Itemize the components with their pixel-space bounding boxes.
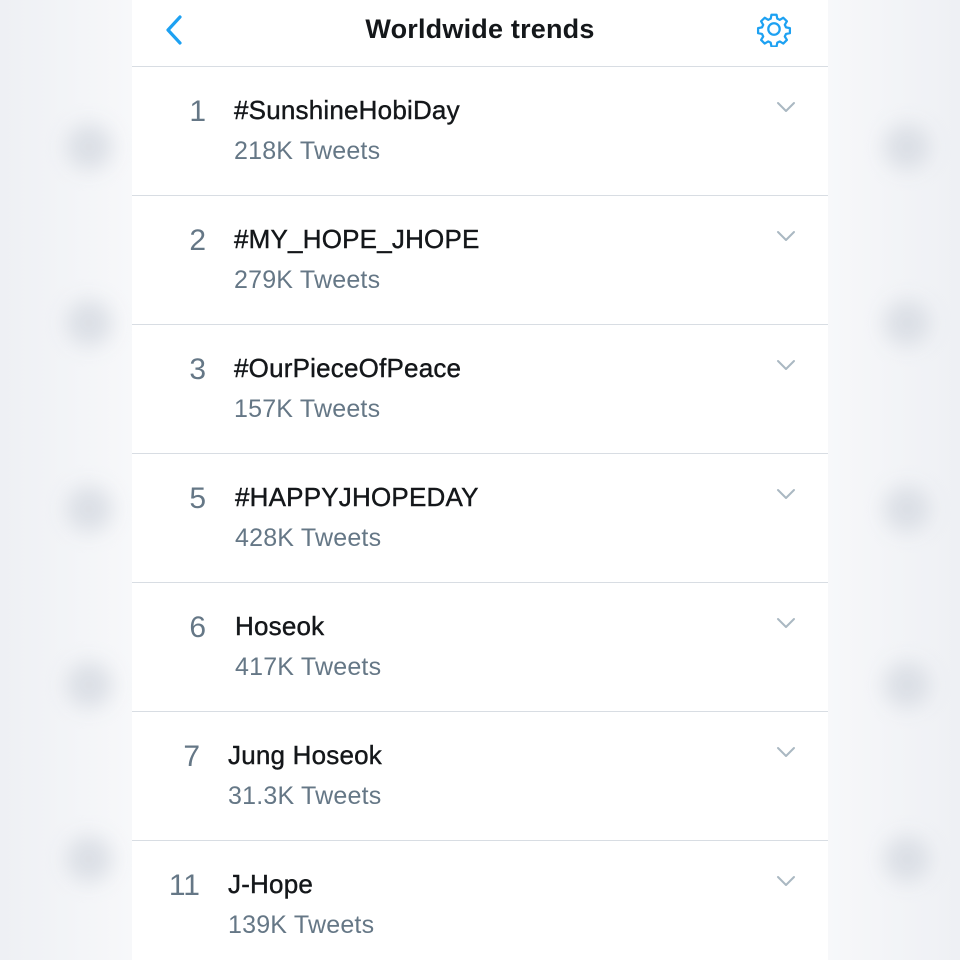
- trend-rank: 5: [189, 482, 206, 515]
- trend-item[interactable]: 11 J-Hope 139K Tweets: [132, 841, 828, 960]
- chevron-down-icon: [777, 747, 795, 757]
- trend-name: Hoseok: [235, 611, 325, 641]
- trend-name: Jung Hoseok: [228, 740, 382, 770]
- trend-item[interactable]: 3 #OurPieceOfPeace 157K Tweets: [132, 325, 828, 454]
- trend-options-button[interactable]: [772, 97, 800, 117]
- trend-tweet-count: 139K Tweets: [228, 911, 375, 939]
- blurred-avatar: [884, 300, 930, 346]
- chevron-down-icon: [777, 360, 795, 370]
- trend-name: #MY_HOPE_JHOPE: [234, 224, 480, 254]
- trend-tweet-count: 417K Tweets: [235, 653, 382, 681]
- trend-name: #HAPPYJHOPEDAY: [235, 482, 479, 512]
- trend-tweet-count: 31.3K Tweets: [228, 782, 382, 810]
- trend-item[interactable]: 1 #SunshineHobiDay 218K Tweets: [132, 67, 828, 196]
- blurred-background-right: [828, 0, 960, 960]
- blurred-avatar: [66, 836, 112, 882]
- blurred-avatar: [884, 836, 930, 882]
- chevron-down-icon: [777, 489, 795, 499]
- trends-panel: Worldwide trends 1 #SunshineHobiDay 218K…: [132, 0, 828, 960]
- header-bar: Worldwide trends: [132, 0, 828, 67]
- blurred-avatar: [884, 486, 930, 532]
- trend-options-button[interactable]: [772, 226, 800, 246]
- blurred-background-left: [0, 0, 132, 960]
- trend-rank: 6: [189, 611, 206, 644]
- trend-options-button[interactable]: [772, 613, 800, 633]
- chevron-down-icon: [777, 876, 795, 886]
- trend-options-button[interactable]: [772, 871, 800, 891]
- trend-rank: 3: [189, 353, 206, 386]
- trend-rank: 11: [168, 869, 200, 902]
- page-title: Worldwide trends: [365, 14, 595, 44]
- chevron-down-icon: [777, 102, 795, 112]
- trend-options-button[interactable]: [772, 742, 800, 762]
- trend-item[interactable]: 5 #HAPPYJHOPEDAY 428K Tweets: [132, 454, 828, 583]
- trend-name: J-Hope: [228, 869, 314, 899]
- blurred-avatar: [66, 124, 112, 170]
- trend-item[interactable]: 2 #MY_HOPE_JHOPE 279K Tweets: [132, 196, 828, 325]
- trend-rank: 7: [183, 740, 200, 773]
- blurred-avatar: [66, 300, 112, 346]
- trend-name: #SunshineHobiDay: [234, 95, 460, 125]
- trend-options-button[interactable]: [772, 355, 800, 375]
- trend-options-button[interactable]: [772, 484, 800, 504]
- trend-rank: 1: [189, 95, 206, 128]
- trend-item[interactable]: 7 Jung Hoseok 31.3K Tweets: [132, 712, 828, 841]
- blurred-avatar: [884, 662, 930, 708]
- gear-icon: [756, 13, 792, 47]
- trend-tweet-count: 428K Tweets: [235, 524, 382, 552]
- blurred-avatar: [884, 124, 930, 170]
- blurred-avatar: [66, 662, 112, 708]
- trend-tweet-count: 157K Tweets: [234, 395, 381, 423]
- trend-item[interactable]: 6 Hoseok 417K Tweets: [132, 583, 828, 712]
- blurred-avatar: [66, 486, 112, 532]
- trend-rank: 2: [189, 224, 206, 257]
- chevron-down-icon: [777, 618, 795, 628]
- chevron-down-icon: [777, 231, 795, 241]
- trend-name: #OurPieceOfPeace: [234, 353, 462, 383]
- trend-tweet-count: 218K Tweets: [234, 137, 381, 165]
- settings-button[interactable]: [754, 9, 794, 49]
- trend-tweet-count: 279K Tweets: [234, 266, 381, 294]
